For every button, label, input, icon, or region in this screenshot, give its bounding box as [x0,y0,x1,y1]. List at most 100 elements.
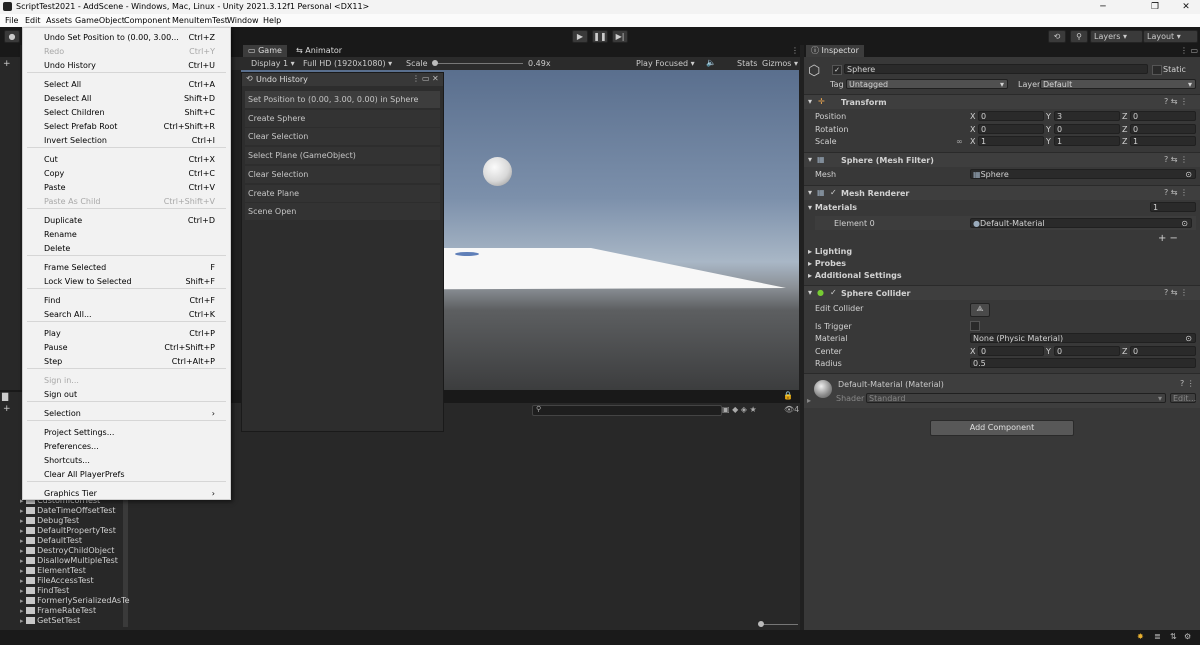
mesh-filter-header[interactable]: ▾ ▦ Sphere (Mesh Filter) ? ⇆ ⋮ [804,152,1200,167]
expand-arrow-icon[interactable]: ▸ [20,567,24,575]
menu-item[interactable]: Play Ctrl+P [23,327,230,340]
lighting-status-icon[interactable]: ✸ [1137,632,1144,641]
maximize-icon[interactable]: ▭ [422,74,430,83]
transform-header[interactable]: ▾ ✛ Transform ? ⇆ ⋮ [804,94,1200,109]
expand-arrow-icon[interactable]: ▸ [20,557,24,565]
undo-history-item[interactable]: Create Plane [245,184,440,202]
is-trigger-checkbox[interactable] [970,321,980,331]
project-folder-item[interactable]: ▸ GetSetTest [20,616,80,626]
resolution-dropdown[interactable]: Full HD (1920x1080) ▾ [303,59,392,68]
project-folder-item[interactable]: ▸ FindTest [20,586,69,596]
menu-item[interactable]: Cut Ctrl+X [23,153,230,166]
menu-menuitemtest[interactable]: MenuItemTest [172,16,228,25]
rotation-y-field[interactable]: 0 [1054,124,1120,134]
object-name-input[interactable]: Sphere [844,64,1148,74]
expand-arrow-icon[interactable]: ▸ [20,597,24,605]
materials-foldout[interactable]: ▾ Materials [808,203,857,212]
project-folder-item[interactable]: ▸ DefaultTest [20,536,82,546]
shader-edit-button[interactable]: Edit... [1170,393,1196,403]
project-folder-item[interactable]: ▸ DisallowMultipleTest [20,556,118,566]
display-dropdown[interactable]: Display 1 ▾ [251,59,295,68]
collider-material-field[interactable]: None (Physic Material) ⊙ [970,333,1196,343]
expand-arrow-icon[interactable]: ▸ [20,617,24,625]
inspector-menu-icon[interactable]: ⋮ ▭ [1180,46,1198,55]
scrollbar[interactable] [123,492,128,627]
expand-arrow-icon[interactable]: ▸ [20,547,24,555]
position-y-field[interactable]: 3 [1054,111,1120,121]
close-window-icon[interactable]: ✕ [1172,1,1200,13]
menu-item[interactable]: Delete [23,242,230,255]
center-z-field[interactable]: 0 [1130,346,1196,356]
zoom-slider[interactable] [760,624,798,625]
menu-item[interactable]: Rename [23,228,230,241]
active-checkbox[interactable]: ✓ [832,65,842,75]
minimize-icon[interactable]: ─ [1089,1,1117,13]
lock-icon[interactable]: 🔒 [783,391,793,400]
menu-item[interactable]: Undo History Ctrl+U [23,59,230,72]
hidden-count-badge[interactable]: 👁4 [784,405,799,414]
project-folder-item[interactable]: ▸ DebugTest [20,516,79,526]
close-icon[interactable]: ✕ [432,74,439,83]
component-actions-icon[interactable]: ? ⇆ ⋮ [1164,155,1188,164]
play-mode-dropdown[interactable]: Play Focused ▾ [636,59,695,68]
edit-collider-button[interactable]: ⟁ [970,303,990,317]
menu-item[interactable]: Paste Ctrl+V [23,181,230,194]
cache-icon[interactable]: ≣ [1154,632,1161,641]
component-actions-icon[interactable]: ? ⇆ ⋮ [1164,97,1188,106]
account-icon[interactable]: ● [4,30,20,43]
zoom-slider-handle[interactable] [758,621,764,627]
expand-arrow-icon[interactable]: ▸ [20,587,24,595]
menu-window[interactable]: Window [227,16,259,25]
play-button[interactable]: ▶ [572,30,588,43]
menu-item[interactable]: Search All... Ctrl+K [23,308,230,321]
layers-dropdown[interactable]: Layers ▾ [1090,30,1143,43]
tab-game[interactable]: ▭ Game [243,45,287,57]
menu-item[interactable]: Selection › [23,407,230,420]
layout-dropdown[interactable]: Layout ▾ [1143,30,1198,43]
menu-item[interactable]: Project Settings... [23,426,230,439]
component-actions-icon[interactable]: ? ⇆ ⋮ [1164,188,1188,197]
menu-assets[interactable]: Assets [46,16,72,25]
menu-item[interactable]: Lock View to Selected Shift+F [23,275,230,288]
scale-slider-handle[interactable] [432,60,438,66]
add-asset-icon[interactable]: + [3,404,11,414]
menu-item[interactable]: Select Prefab Root Ctrl+Shift+R [23,120,230,133]
center-y-field[interactable]: 0 [1054,346,1120,356]
project-folder-item[interactable]: ▸ DestroyChildObject [20,546,114,556]
component-actions-icon[interactable]: ? ⋮ [1180,379,1195,388]
mesh-renderer-header[interactable]: ▾ ▦ ✓ Mesh Renderer ? ⇆ ⋮ [804,185,1200,200]
menu-item[interactable]: Step Ctrl+Alt+P [23,355,230,368]
static-checkbox[interactable] [1152,65,1162,75]
probes-foldout[interactable]: ▸ Probes [808,259,846,268]
debug-icon[interactable]: ⚙ [1184,632,1191,641]
project-search-input[interactable] [532,405,722,416]
mesh-field[interactable]: ▦Sphere ⊙ [970,169,1196,179]
undo-history-item[interactable]: Create Sphere [245,109,440,127]
menu-item[interactable]: Pause Ctrl+Shift+P [23,341,230,354]
expand-arrow-icon[interactable]: ▸ [20,517,24,525]
menu-item[interactable]: Sign out [23,388,230,401]
scale-x-field[interactable]: 1 [978,136,1044,146]
project-folder-item[interactable]: ▸ DateTimeOffsetTest [20,506,116,516]
menu-item[interactable]: Deselect All Shift+D [23,92,230,105]
expand-arrow-icon[interactable]: ▸ [20,577,24,585]
menu-item[interactable]: Shortcuts... [23,454,230,467]
undo-history-icon[interactable]: ⟲ [1048,30,1066,43]
undo-history-item[interactable]: Clear Selection [245,128,440,146]
element-material-field[interactable]: ●Default-Material ⊙ [970,218,1192,228]
tab-animator[interactable]: ⇆ Animator [291,45,348,57]
add-component-button[interactable]: Add Component [930,420,1074,436]
menu-item[interactable]: Clear All PlayerPrefs [23,468,230,481]
menu-item[interactable]: Frame Selected F [23,261,230,274]
menu-item[interactable]: Find Ctrl+F [23,294,230,307]
menu-file[interactable]: File [5,16,18,25]
project-folder-item[interactable]: ▸ FrameRateTest [20,606,96,616]
kebab-icon[interactable]: ⋮ [791,46,799,55]
tab-inspector[interactable]: ⓘ Inspector [806,45,864,57]
undo-history-item[interactable]: Set Position to (0.00, 3.00, 0.00) in Sp… [245,91,440,108]
lighting-foldout[interactable]: ▸ Lighting [808,247,852,256]
component-actions-icon[interactable]: ? ⇆ ⋮ [1164,288,1188,297]
add-material-button[interactable]: + − [1158,233,1178,244]
scale-z-field[interactable]: 1 [1130,136,1196,146]
collab-icon[interactable]: ⇅ [1170,632,1177,641]
